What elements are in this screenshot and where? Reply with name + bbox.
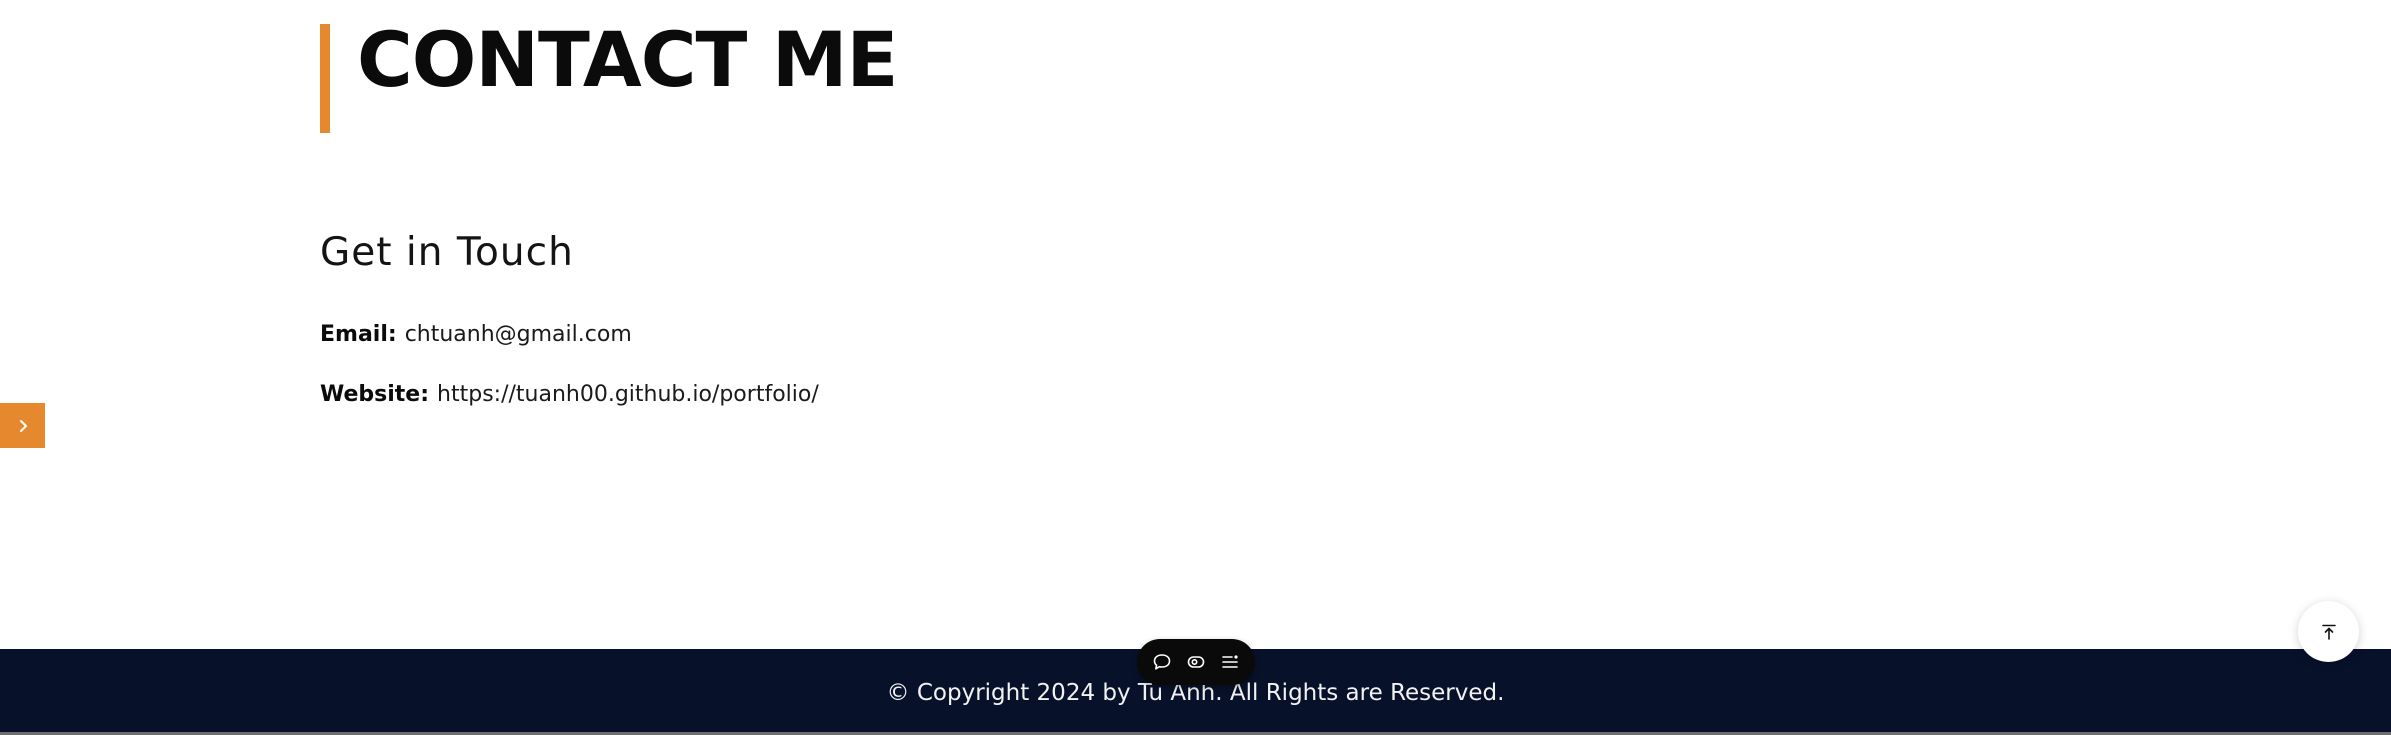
side-panel-toggle-button[interactable] (0, 403, 45, 448)
website-row: Website: https://tuanh00.github.io/portf… (320, 382, 819, 407)
title-accent-bar (320, 24, 330, 133)
menu-icon (1222, 655, 1238, 668)
chat-icon (1153, 654, 1171, 670)
email-label: Email: (320, 322, 397, 347)
back-to-top-button[interactable] (2298, 601, 2359, 662)
floating-toolbar (1137, 639, 1255, 685)
page-title: CONTACT ME (357, 15, 898, 104)
section-header: CONTACT ME (320, 18, 898, 133)
menu-button[interactable] (1215, 647, 1245, 677)
chevron-right-icon (19, 419, 27, 432)
email-link[interactable]: chtuanh@gmail.com (405, 322, 632, 347)
get-in-touch-heading: Get in Touch (320, 230, 574, 275)
contact-page: CONTACT ME Get in Touch Email: chtuanh@g… (0, 0, 2391, 735)
website-label: Website: (320, 382, 430, 407)
eye-icon (1187, 656, 1205, 668)
email-row: Email: chtuanh@gmail.com (320, 322, 632, 347)
view-button[interactable] (1181, 647, 1211, 677)
chat-button[interactable] (1147, 647, 1177, 677)
arrow-up-to-top-icon (2321, 624, 2336, 640)
website-link[interactable]: https://tuanh00.github.io/portfolio/ (437, 382, 819, 407)
